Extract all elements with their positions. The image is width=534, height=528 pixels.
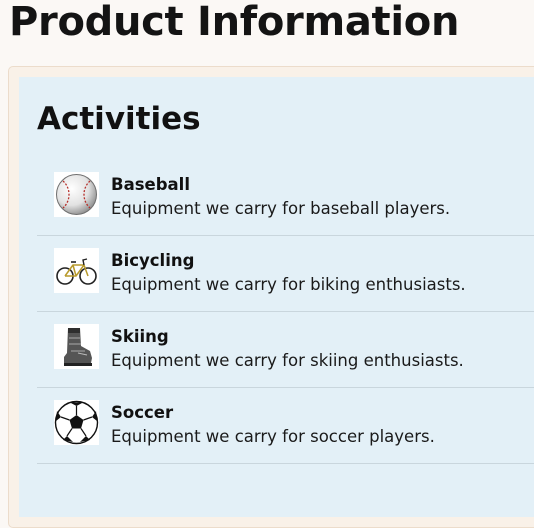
page-title: Product Information <box>9 0 460 45</box>
activity-description: Equipment we carry for biking enthusiast… <box>111 275 466 294</box>
activity-name: Baseball <box>111 175 190 194</box>
bicycle-icon <box>54 248 99 293</box>
activity-name: Soccer <box>111 403 174 422</box>
activity-list: Baseball Equipment we carry for baseball… <box>37 160 534 464</box>
activity-item-soccer[interactable]: Soccer Equipment we carry for soccer pla… <box>37 388 534 464</box>
activity-item-skiing[interactable]: Skiing Equipment we carry for skiing ent… <box>37 312 534 388</box>
ski-boot-icon <box>54 324 99 369</box>
activity-item-bicycling[interactable]: Bicycling Equipment we carry for biking … <box>37 236 534 312</box>
activity-name: Bicycling <box>111 251 195 270</box>
activity-name: Skiing <box>111 327 169 346</box>
soccer-ball-icon <box>54 400 99 445</box>
activity-description: Equipment we carry for baseball players. <box>111 199 451 218</box>
activity-description: Equipment we carry for soccer players. <box>111 427 435 446</box>
baseball-icon <box>54 172 99 217</box>
activity-description: Equipment we carry for skiing enthusiast… <box>111 351 464 370</box>
activity-item-baseball[interactable]: Baseball Equipment we carry for baseball… <box>37 160 534 236</box>
section-title: Activities <box>37 101 201 137</box>
